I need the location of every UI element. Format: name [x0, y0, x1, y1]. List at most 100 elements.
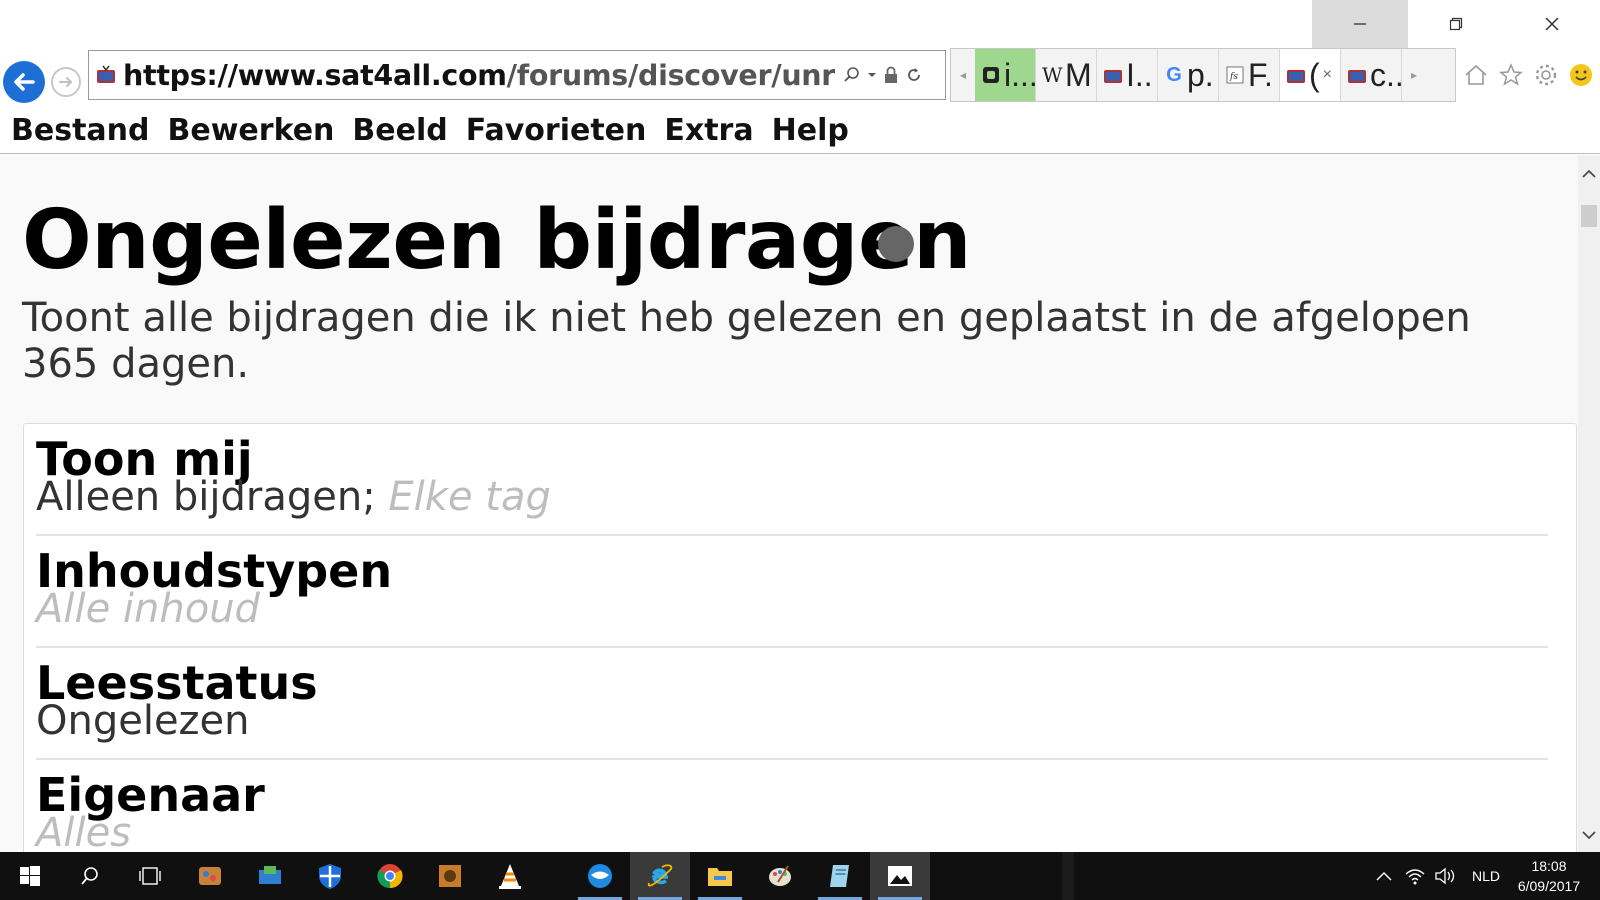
- filter-value: Alleen bijdragen; Elke tag: [36, 474, 551, 520]
- taskbar-app-defender[interactable]: [300, 852, 360, 900]
- tab-6-active[interactable]: ( ×: [1280, 49, 1341, 101]
- taskbar-app-notes[interactable]: [810, 852, 870, 900]
- filter-value-text: Ongelezen: [36, 698, 250, 744]
- restore-button[interactable]: [1408, 0, 1504, 48]
- tab-7[interactable]: c..: [1341, 49, 1402, 101]
- chrome-icon: [377, 864, 403, 889]
- fs-icon: fs: [1226, 66, 1244, 84]
- vertical-scrollbar[interactable]: [1578, 155, 1600, 852]
- taskbar-app-internet-explorer[interactable]: [630, 852, 690, 900]
- close-window-button[interactable]: [1504, 0, 1600, 48]
- photos-icon: [888, 866, 912, 886]
- green-square-icon: [983, 67, 999, 83]
- smiley-feedback-icon[interactable]: [1568, 62, 1594, 88]
- address-tools: [843, 66, 923, 84]
- forward-button[interactable]: [51, 67, 81, 97]
- home-icon[interactable]: [1463, 62, 1489, 88]
- start-button[interactable]: [0, 852, 60, 900]
- url-text[interactable]: https://www.sat4all.com/forums/discover/…: [123, 59, 835, 92]
- menu-view[interactable]: Beeld: [352, 113, 447, 148]
- taskbar-app-vlc[interactable]: [480, 852, 540, 900]
- tab-4-title: p.: [1187, 56, 1214, 93]
- svg-text:fs: fs: [1229, 72, 1238, 82]
- tab-1[interactable]: i...: [975, 49, 1036, 101]
- shield-icon: [319, 864, 341, 889]
- tv-icon: [1348, 70, 1366, 83]
- gear-icon[interactable]: [1533, 62, 1559, 88]
- windows-logo-icon: [20, 866, 40, 886]
- loading-dot-icon: [878, 226, 914, 262]
- tab-scroll-left-icon[interactable]: ◂: [951, 49, 975, 101]
- taskbar-app-thunderbird[interactable]: [570, 852, 630, 900]
- menu-edit[interactable]: Bewerken: [168, 113, 335, 148]
- scroll-up-icon[interactable]: [1578, 163, 1600, 185]
- task-view-button[interactable]: [120, 852, 180, 900]
- menu-bar: Bestand Bewerken Beeld Favorieten Extra …: [0, 108, 1600, 154]
- page-content: Ongelezen bijdragen Toont alle bijdragen…: [0, 155, 1578, 852]
- close-icon: [1545, 17, 1559, 31]
- refresh-icon[interactable]: [905, 66, 923, 84]
- search-icon[interactable]: [843, 66, 861, 84]
- filter-value-muted: Alles: [36, 810, 132, 852]
- tab-4[interactable]: G p.: [1158, 49, 1219, 101]
- tab-5[interactable]: fs F.: [1219, 49, 1280, 101]
- url-domain: https://www.sat4all.com: [123, 58, 507, 92]
- show-hidden-icons-chevron-icon[interactable]: [1374, 869, 1394, 883]
- tab-3[interactable]: I..: [1097, 49, 1158, 101]
- notebook-icon: [830, 865, 849, 887]
- tab-close-icon[interactable]: ×: [1323, 66, 1332, 84]
- filter-owner[interactable]: Eigenaar Alles: [36, 760, 1548, 852]
- scroll-down-icon[interactable]: [1578, 824, 1600, 846]
- taskbar: NLD 18:08 6/09/2017: [0, 852, 1600, 900]
- page-title: Ongelezen bijdragen: [22, 193, 971, 288]
- favorites-star-icon[interactable]: [1498, 62, 1524, 88]
- tab-2[interactable]: W M: [1036, 49, 1097, 101]
- menu-favorites[interactable]: Favorieten: [466, 113, 647, 148]
- google-icon: G: [1166, 64, 1182, 86]
- dropdown-arrow-icon[interactable]: [867, 70, 877, 80]
- menu-file[interactable]: Bestand: [11, 113, 150, 148]
- tv-icon: [1287, 70, 1305, 83]
- taskbar-app-paint[interactable]: [180, 852, 240, 900]
- taskbar-app-media[interactable]: [420, 852, 480, 900]
- forward-arrow-icon: [59, 77, 72, 87]
- lock-icon[interactable]: [883, 66, 899, 84]
- task-view-icon: [139, 867, 161, 885]
- minimize-button[interactable]: [1312, 0, 1408, 48]
- tab-scroll-right-icon[interactable]: ▸: [1402, 49, 1426, 101]
- url-path: /forums/discover/unr: [506, 58, 835, 92]
- clock[interactable]: 18:08 6/09/2017: [1514, 856, 1584, 896]
- tab-2-title: M: [1065, 56, 1092, 93]
- filter-value-text: Alleen bijdragen;: [36, 474, 376, 520]
- filter-value: Alles: [36, 810, 131, 852]
- filter-value-muted: Elke tag: [388, 474, 551, 520]
- scrollbar-thumb[interactable]: [1581, 205, 1597, 227]
- taskbar-app-chrome[interactable]: [360, 852, 420, 900]
- taskbar-separator: [1062, 852, 1074, 900]
- tab-7-title: c..: [1370, 56, 1402, 93]
- minimize-icon: [1354, 23, 1366, 25]
- back-button[interactable]: [3, 61, 45, 103]
- search-icon: [81, 867, 98, 885]
- palette-icon: [769, 865, 791, 886]
- filter-panel: Toon mij Alleen bijdragen; Elke tag Inho…: [23, 423, 1577, 852]
- filter-value: Ongelezen: [36, 698, 250, 744]
- input-language[interactable]: NLD: [1472, 868, 1500, 884]
- taskbar-app-file-explorer[interactable]: [690, 852, 750, 900]
- wifi-icon[interactable]: [1404, 867, 1426, 885]
- taskbar-app-photos[interactable]: [870, 852, 930, 900]
- menu-tools[interactable]: Extra: [664, 113, 753, 148]
- tab-5-title: F.: [1248, 56, 1273, 93]
- taskbar-app-paint-palette[interactable]: [750, 852, 810, 900]
- folder-icon: [708, 868, 732, 886]
- menu-help[interactable]: Help: [772, 113, 849, 148]
- taskbar-app-network[interactable]: [240, 852, 300, 900]
- address-bar[interactable]: https://www.sat4all.com/forums/discover/…: [88, 50, 946, 100]
- volume-icon[interactable]: [1434, 867, 1458, 885]
- clock-time: 18:08: [1531, 858, 1567, 874]
- filter-read-status[interactable]: Leesstatus Ongelezen: [36, 648, 1548, 760]
- search-taskbar-button[interactable]: [60, 852, 120, 900]
- filter-show-me[interactable]: Toon mij Alleen bijdragen; Elke tag: [36, 424, 1548, 536]
- filter-content-types[interactable]: Inhoudstypen Alle inhoud: [36, 536, 1548, 648]
- media-app-icon: [439, 865, 461, 887]
